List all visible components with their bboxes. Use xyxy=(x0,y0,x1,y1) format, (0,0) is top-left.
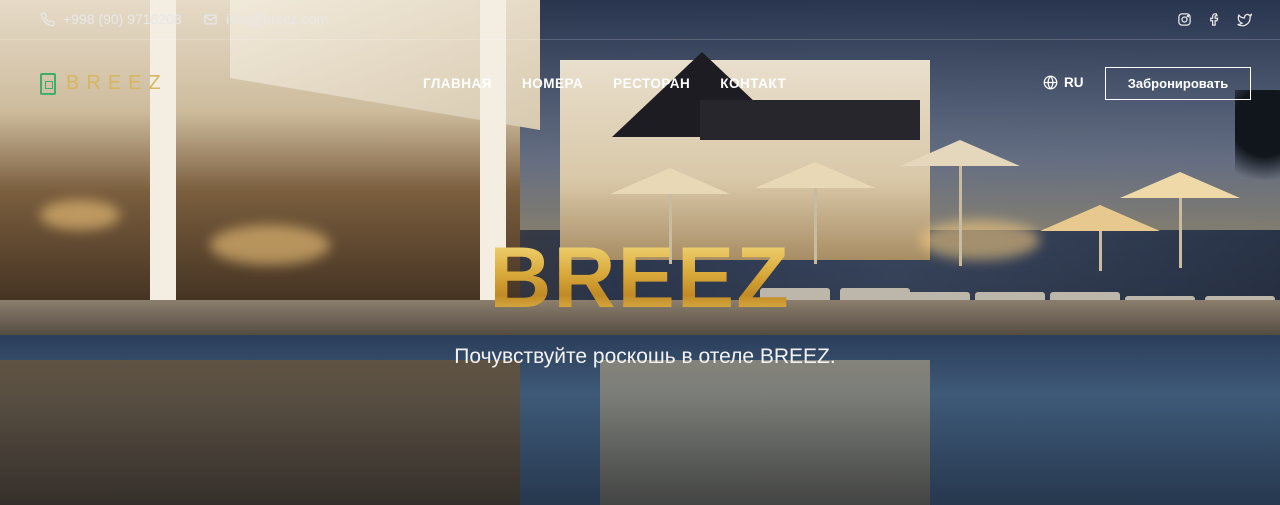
nav-item-rooms[interactable]: НОМЕРА xyxy=(522,76,583,91)
nav-item-contact[interactable]: КОНТАКТ xyxy=(720,76,786,91)
hotel-roof-side xyxy=(700,100,920,140)
umbrella xyxy=(755,162,875,188)
phone-icon xyxy=(40,12,55,26)
palm-tree xyxy=(1235,90,1280,200)
main-nav: ГЛАВНАЯ НОМЕРА РЕСТОРАН КОНТАКТ xyxy=(423,76,786,91)
umbrella xyxy=(610,168,730,194)
facebook-icon[interactable] xyxy=(1206,11,1222,27)
mail-icon xyxy=(204,14,217,24)
phone-number: +998 (90) 9716208 xyxy=(63,11,182,27)
globe-icon xyxy=(1043,75,1058,90)
umbrella xyxy=(1040,205,1160,231)
pool-reflection xyxy=(0,360,520,505)
language-selector[interactable]: RU xyxy=(1043,75,1084,90)
email-link[interactable]: info@breez.com xyxy=(203,11,328,27)
instagram-icon[interactable] xyxy=(1176,11,1192,27)
site-logo[interactable]: BREEZ xyxy=(40,72,168,95)
nav-item-restaurant[interactable]: РЕСТОРАН xyxy=(613,76,690,91)
twitter-icon[interactable] xyxy=(1236,11,1252,27)
hero-subtitle: Почувствуйте роскошь в отеле BREEZ. xyxy=(454,345,836,368)
social-links xyxy=(1162,11,1252,27)
phone-link[interactable]: +998 (90) 9716208 xyxy=(40,11,182,27)
logo-text: BREEZ xyxy=(66,72,168,94)
language-label: RU xyxy=(1064,75,1084,90)
book-button[interactable]: Забронировать xyxy=(1105,67,1251,100)
logo-icon xyxy=(40,72,56,95)
pool-reflection xyxy=(600,360,930,505)
top-bar: +998 (90) 9716208 info@breez.com xyxy=(0,0,1280,40)
hero-title: BREEZ xyxy=(0,235,1280,321)
umbrella xyxy=(900,140,1020,166)
umbrella xyxy=(1120,172,1240,198)
email-address: info@breez.com xyxy=(226,11,329,27)
nav-item-home[interactable]: ГЛАВНАЯ xyxy=(423,76,492,91)
lamp-glow xyxy=(40,200,120,230)
